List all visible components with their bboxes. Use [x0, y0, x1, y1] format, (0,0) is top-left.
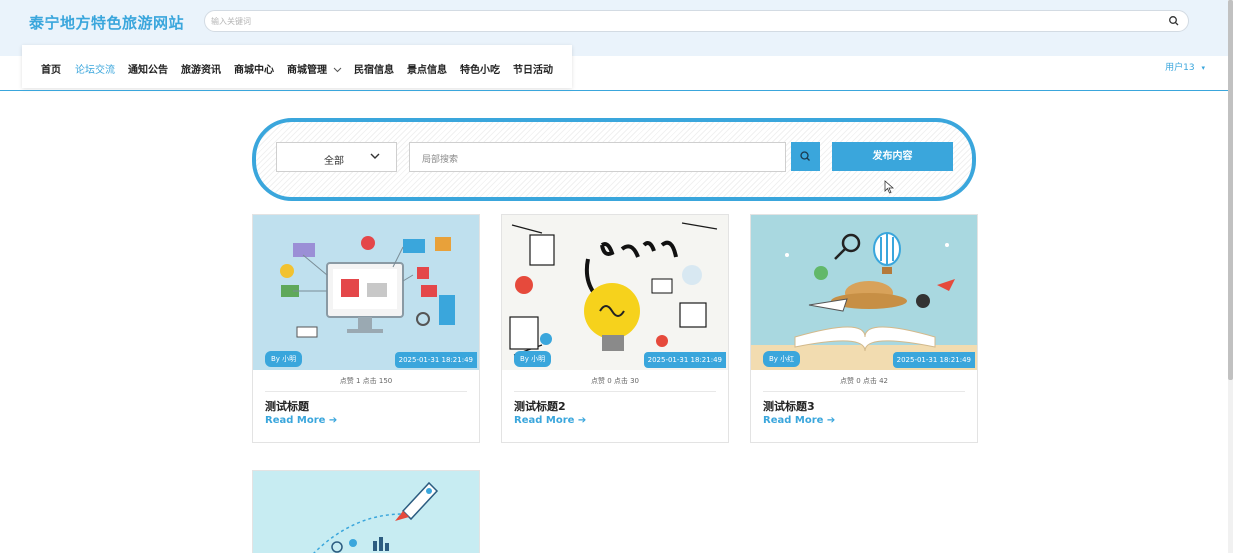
read-more-link[interactable]: Read More ➔ [763, 415, 835, 426]
post-image[interactable] [502, 215, 728, 370]
post-stats: 点赞 0 点击 30 [590, 377, 640, 385]
site-title[interactable]: 泰宁地方特色旅游网站 [29, 12, 184, 33]
nav-item-forum[interactable]: 论坛交流 [75, 61, 115, 76]
post-stats: 点赞 0 点击 42 [839, 377, 889, 385]
read-more-link[interactable]: Read More ➔ [514, 415, 586, 426]
post-date-badge: 2025-01-31 18:21:49 [892, 352, 975, 368]
header-divider [0, 90, 1233, 91]
read-more-label: Read More [763, 415, 824, 426]
nav-item-attractions[interactable]: 景点信息 [407, 61, 447, 76]
chevron-down-icon [370, 153, 380, 159]
search-button[interactable] [791, 142, 820, 171]
category-select[interactable]: 全部 [276, 142, 397, 172]
post-author-badge: By 小明 [265, 351, 303, 367]
post-title[interactable]: 测试标题3 [763, 398, 815, 414]
post-stats: 点赞 1 点击 150 [339, 377, 393, 385]
nav-item-festivals[interactable]: 节日活动 [513, 61, 553, 76]
arrow-right-icon: ➔ [577, 415, 587, 426]
user-menu[interactable]: 用户13 ▾ [1165, 60, 1205, 73]
page-scrollbar[interactable] [1228, 0, 1233, 553]
post-title[interactable]: 测试标题2 [514, 398, 566, 414]
nav-item-snacks[interactable]: 特色小吃 [460, 61, 500, 76]
nav-item-mall-manage-label: 商城管理 [287, 65, 327, 76]
post-image[interactable] [253, 215, 479, 370]
post-card[interactable] [252, 470, 480, 553]
arrow-right-icon: ➔ [328, 415, 338, 426]
post-title[interactable]: 测试标题 [265, 398, 309, 414]
publish-button[interactable]: 发布内容 [832, 142, 953, 171]
main-nav: 首页 论坛交流 通知公告 旅游资讯 商城中心 商城管理 民宿信息 景点信息 特色… [22, 45, 572, 88]
global-search-placeholder: 输入关键词 [211, 17, 251, 26]
arrow-right-icon: ➔ [826, 415, 836, 426]
chevron-down-icon [334, 67, 342, 73]
local-search-input[interactable]: 局部搜索 [409, 142, 786, 172]
read-more-label: Read More [265, 415, 326, 426]
global-search-input[interactable]: 输入关键词 [204, 10, 1189, 32]
nav-item-mall-manage[interactable]: 商城管理 [287, 61, 342, 76]
card-divider [265, 391, 467, 392]
search-icon[interactable] [1168, 15, 1180, 27]
post-card[interactable]: By 小红 2025-01-31 18:21:49 点赞 0 点击 42 测试标… [750, 214, 978, 443]
read-more-link[interactable]: Read More ➔ [265, 415, 337, 426]
search-icon [800, 151, 810, 161]
post-author-badge: By 小明 [514, 351, 552, 367]
card-divider [514, 391, 716, 392]
mouse-cursor-icon [884, 180, 895, 194]
local-search-placeholder: 局部搜索 [422, 155, 459, 165]
nav-item-notices[interactable]: 通知公告 [128, 61, 168, 76]
category-select-value: 全部 [324, 156, 344, 167]
post-card[interactable]: By 小明 2025-01-31 18:21:49 点赞 0 点击 30 测试标… [501, 214, 729, 443]
read-more-label: Read More [514, 415, 575, 426]
post-date-badge: 2025-01-31 18:21:49 [394, 352, 477, 368]
caret-down-icon: ▾ [1201, 64, 1205, 72]
post-image[interactable] [253, 471, 479, 553]
scrollbar-thumb[interactable] [1228, 0, 1233, 380]
post-card[interactable]: By 小明 2025-01-31 18:21:49 点赞 1 点击 150 测试… [252, 214, 480, 443]
card-divider [763, 391, 965, 392]
nav-item-home[interactable]: 首页 [41, 61, 61, 76]
nav-item-mall[interactable]: 商城中心 [234, 61, 274, 76]
post-image[interactable] [751, 215, 977, 370]
post-author-badge: By 小红 [763, 351, 801, 367]
user-name: 用户13 [1165, 63, 1195, 73]
nav-item-homestay[interactable]: 民宿信息 [354, 61, 394, 76]
post-date-badge: 2025-01-31 18:21:49 [643, 352, 726, 368]
nav-item-travel-news[interactable]: 旅游资讯 [181, 61, 221, 76]
